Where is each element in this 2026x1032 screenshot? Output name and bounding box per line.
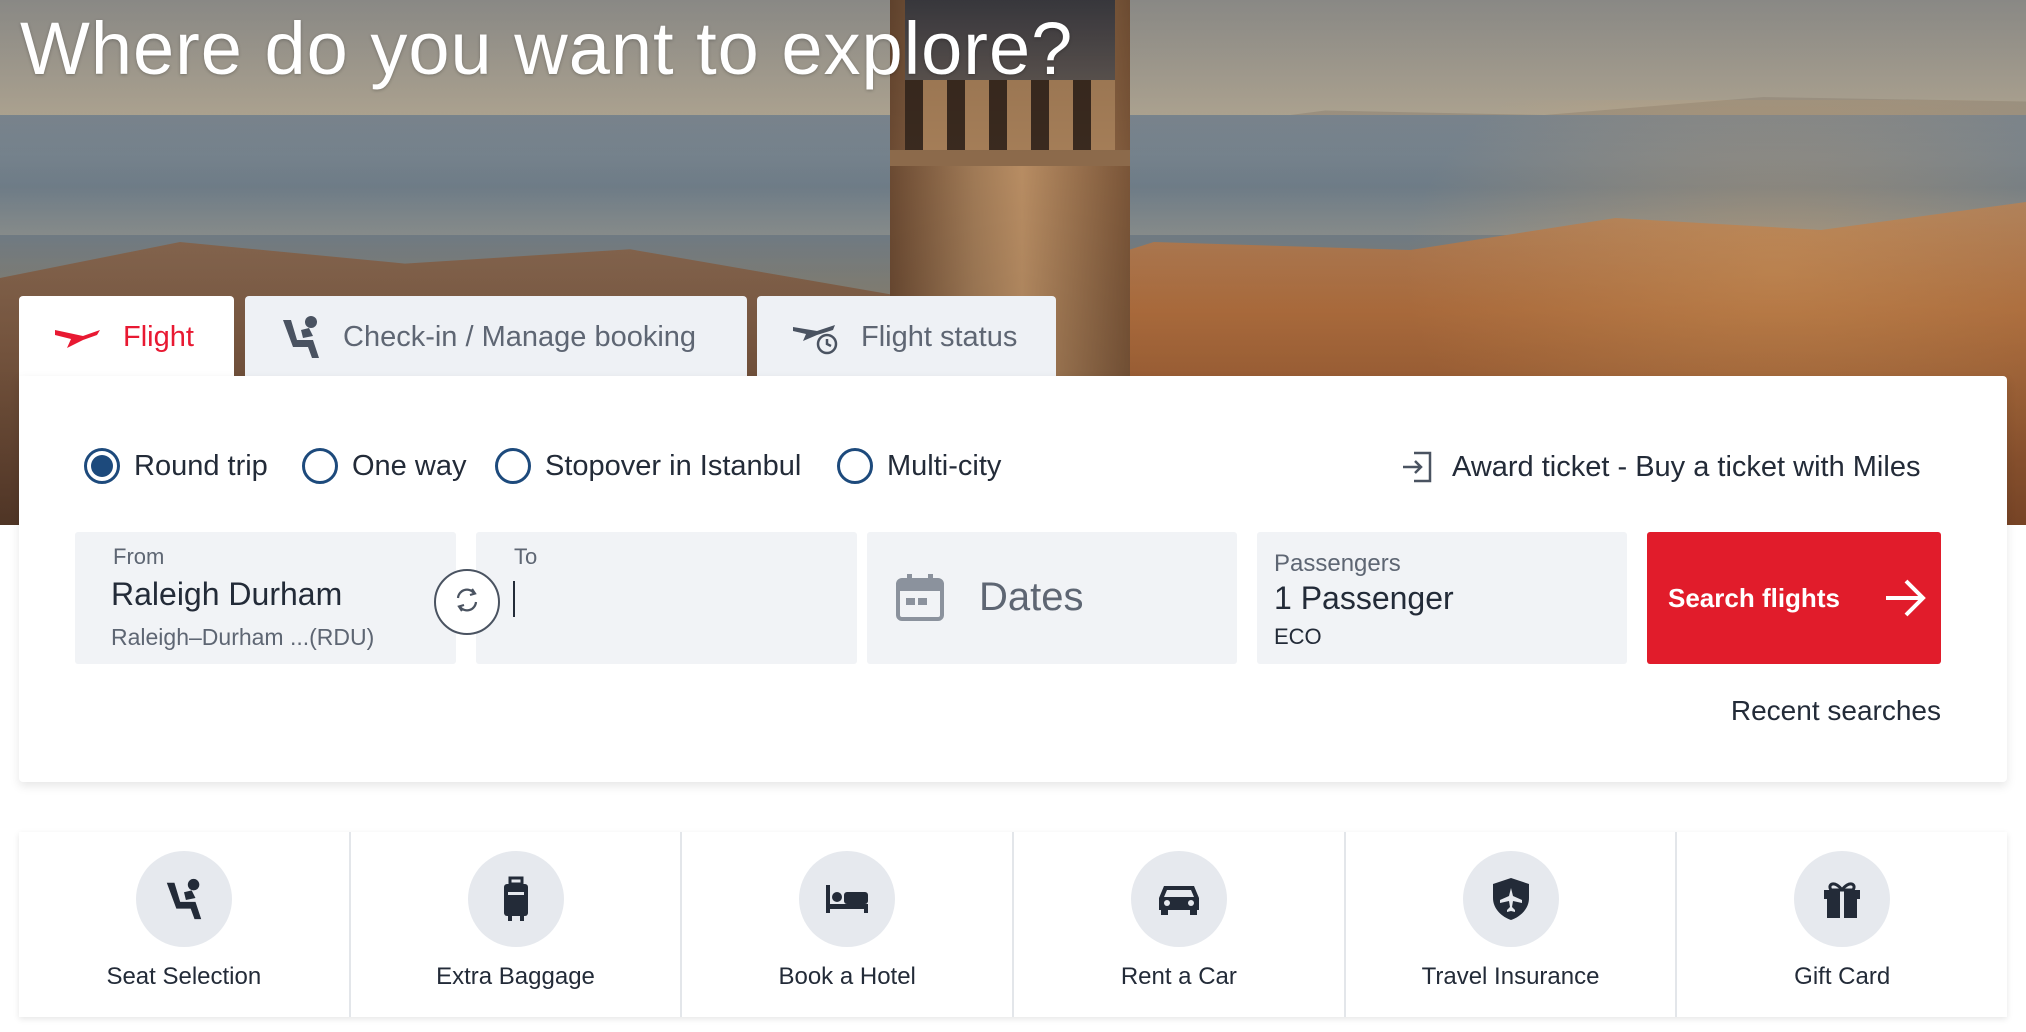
recent-searches-link[interactable]: Recent searches [1731,695,1941,727]
to-field[interactable]: To [476,532,857,664]
gift-icon [1794,851,1891,947]
sign-in-icon [1400,450,1434,484]
award-ticket-link[interactable]: Award ticket - Buy a ticket with Miles [1400,446,1920,488]
cabin-class: ECO [1274,624,1322,649]
from-field[interactable]: From Raleigh Durham Raleigh–Durham ...(R… [75,532,456,664]
passengers-label: Passengers [1274,550,1401,577]
seat-icon [279,314,323,360]
service-label: Travel Insurance [1421,963,1600,990]
radio-one-way[interactable]: One way [302,446,466,486]
from-label: From [113,544,165,569]
passengers-value: 1 Passenger [1274,580,1454,616]
seat-icon [135,851,232,947]
from-airport: Raleigh–Durham ...(RDU) [111,624,375,650]
suitcase-icon [467,851,564,947]
service-book-hotel[interactable]: Book a Hotel [682,832,1015,1017]
radio-circle [495,448,531,484]
radio-stopover-label: Stopover in Istanbul [545,449,802,482]
arrow-right-icon [1883,576,1929,625]
radio-circle [302,448,338,484]
award-ticket-label: Award ticket - Buy a ticket with Miles [1452,450,1921,483]
search-flights-label: Search flights [1668,582,1840,613]
tab-flight[interactable]: Flight [19,296,234,378]
services-bar: Seat Selection Extra Baggage Book a Hote… [19,832,2007,1017]
tab-flight-status-label: Flight status [861,320,1018,353]
service-rent-car[interactable]: Rent a Car [1014,832,1346,1017]
radio-multi-city[interactable]: Multi-city [837,446,1001,486]
radio-round-trip[interactable]: Round trip [84,446,268,486]
service-extra-baggage[interactable]: Extra Baggage [351,832,683,1017]
service-label: Book a Hotel [778,963,916,990]
plane-clock-icon [791,319,841,355]
service-label: Extra Baggage [436,963,595,990]
radio-round-trip-label: Round trip [134,449,268,482]
service-travel-insurance[interactable]: Travel Insurance [1346,832,1678,1017]
text-caret [513,581,515,617]
bed-icon [799,851,896,947]
to-label: To [514,544,538,569]
service-gift-card[interactable]: Gift Card [1677,832,2007,1017]
passengers-field[interactable]: Passengers 1 Passenger ECO [1257,532,1627,664]
search-flights-button[interactable]: Search flights [1647,532,1941,664]
tab-flight-label: Flight [123,320,194,353]
dates-field[interactable]: Dates [867,532,1237,664]
tab-flight-status[interactable]: Flight status [757,296,1056,378]
tab-check-in-label: Check-in / Manage booking [343,320,697,353]
shield-plane-icon [1462,851,1559,947]
service-label: Rent a Car [1120,963,1237,990]
hero-title: Where do you want to explore? [20,7,1074,90]
radio-multi-city-label: Multi-city [887,449,1002,482]
from-city: Raleigh Durham [111,576,343,612]
swap-icon [452,585,482,620]
tab-check-in-manage-booking[interactable]: Check-in / Manage booking [245,296,747,378]
car-icon [1130,851,1227,947]
service-seat-selection[interactable]: Seat Selection [19,832,351,1017]
service-label: Seat Selection [106,963,262,990]
radio-stopover-istanbul[interactable]: Stopover in Istanbul [495,446,801,486]
service-label: Gift Card [1794,963,1891,990]
radio-circle-selected [84,448,120,484]
plane-icon [53,324,103,350]
radio-circle [837,448,873,484]
dates-placeholder: Dates [979,575,1084,619]
swap-airports-button[interactable] [434,569,500,635]
radio-one-way-label: One way [352,449,467,482]
calendar-icon [895,572,945,627]
